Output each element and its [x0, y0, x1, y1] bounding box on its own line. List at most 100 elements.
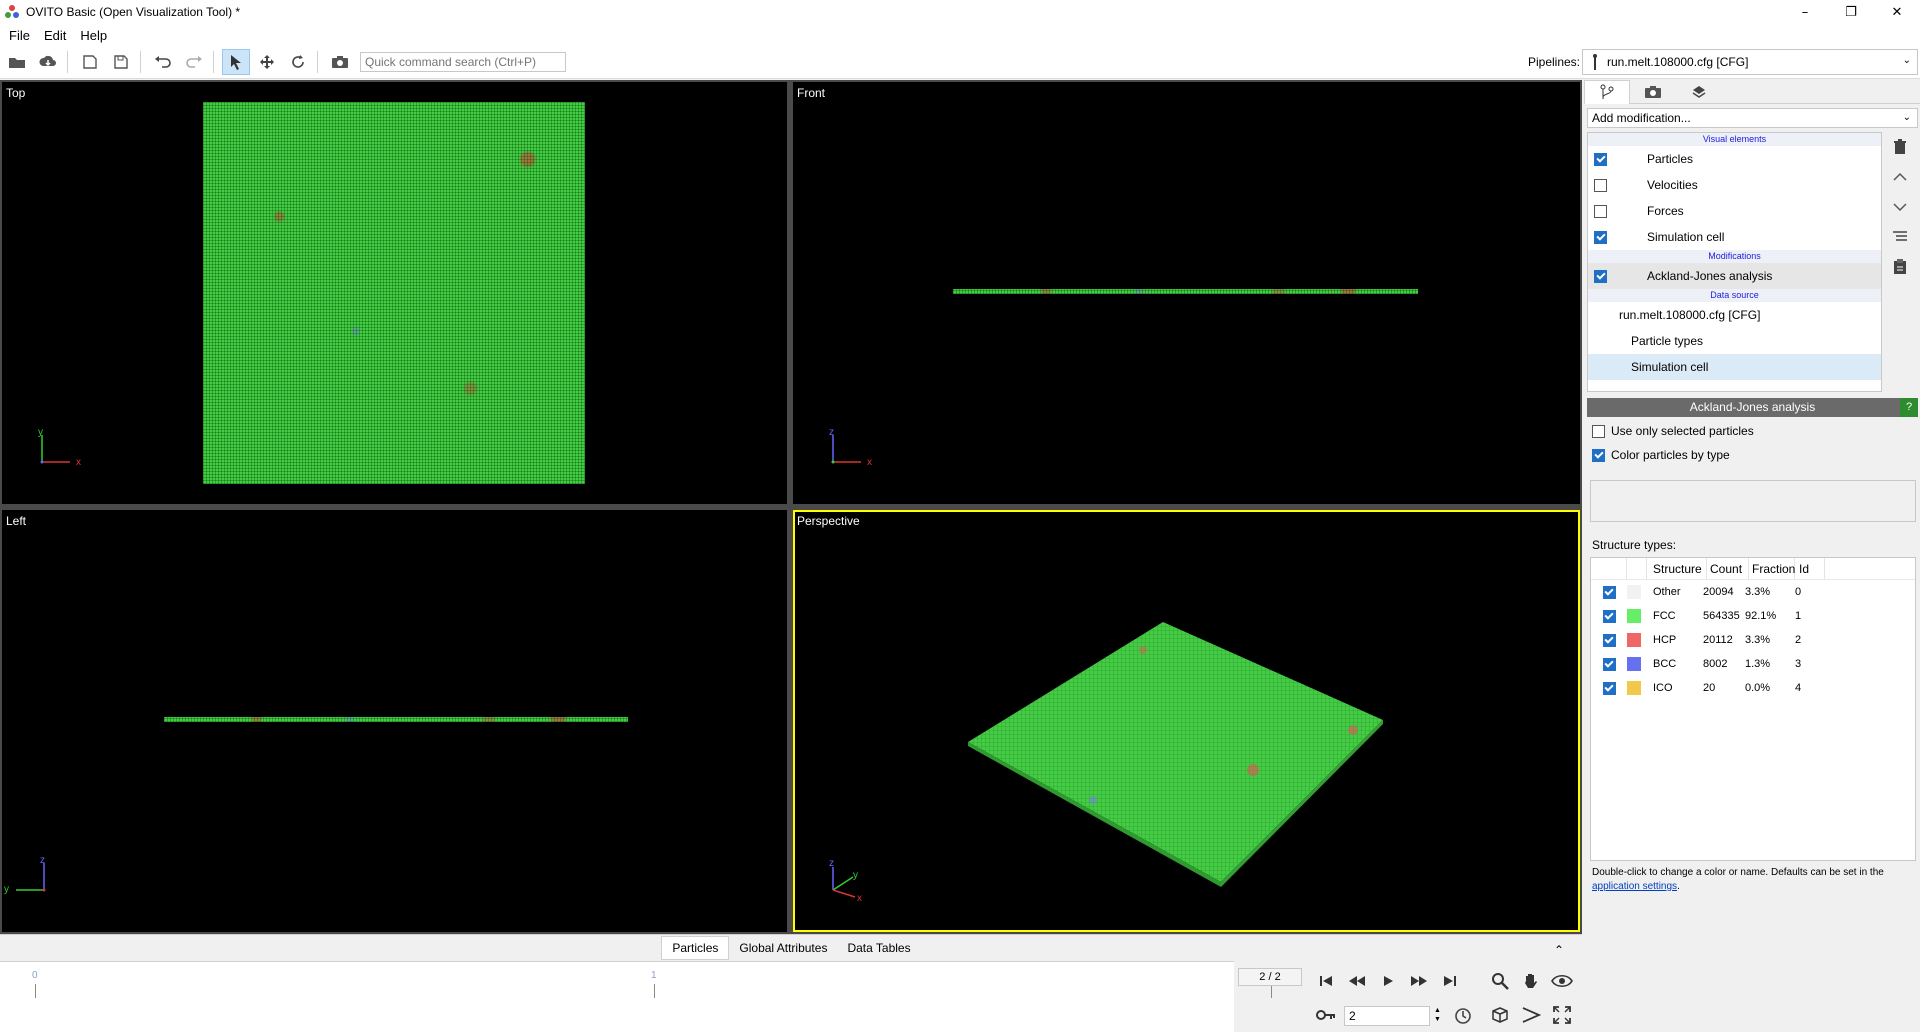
structure-count: 20094	[1703, 586, 1734, 598]
rotate-mode-icon[interactable]	[284, 49, 312, 75]
column-header-fraction[interactable]: Fraction	[1749, 557, 1795, 580]
particle-system-top	[203, 102, 585, 484]
viewport-front[interactable]: Front z x	[793, 82, 1580, 504]
checkbox-particles[interactable]	[1594, 152, 1607, 166]
current-frame-input[interactable]: 2	[1344, 1006, 1430, 1026]
checkbox-color-by-type[interactable]	[1592, 448, 1605, 462]
color-swatch[interactable]	[1627, 681, 1647, 695]
zoom-scene-extents-icon[interactable]	[1484, 1002, 1515, 1028]
color-swatch[interactable]	[1627, 633, 1647, 647]
move-down-icon[interactable]	[1884, 192, 1916, 222]
undo-icon[interactable]	[149, 49, 177, 75]
clipboard-icon[interactable]	[1884, 252, 1916, 282]
fov-icon[interactable]	[1515, 1002, 1546, 1028]
maximize-icon[interactable]: ❐	[1828, 0, 1874, 24]
pipeline-item-velocities[interactable]: Velocities	[1588, 172, 1881, 198]
render-tab-icon[interactable]	[1630, 80, 1676, 104]
render-camera-icon[interactable]	[326, 49, 354, 75]
pipeline-item-simulation-cell-source[interactable]: Simulation cell	[1588, 354, 1881, 380]
add-modification-dropdown[interactable]: Add modification... ⌄	[1587, 108, 1918, 128]
table-row[interactable]: Other 20094 3.3% 0	[1591, 580, 1915, 604]
step-forward-icon[interactable]	[1403, 968, 1434, 994]
delete-icon[interactable]	[1884, 132, 1916, 162]
menu-edit[interactable]: Edit	[37, 28, 73, 43]
color-swatch[interactable]	[1627, 609, 1647, 623]
table-row[interactable]: ICO 20 0.0% 4	[1591, 676, 1915, 700]
timeline-tick	[654, 984, 655, 998]
column-header-count[interactable]: Count	[1707, 557, 1749, 580]
time-slider-handle[interactable]: 2 / 2	[1238, 968, 1302, 986]
move-mode-icon[interactable]	[253, 49, 281, 75]
column-header-id[interactable]: Id	[1795, 557, 1825, 580]
viewport-top[interactable]: Top y x	[2, 82, 787, 504]
tab-particles[interactable]: Particles	[661, 935, 730, 960]
table-row[interactable]: FCC 564335 92.1% 1	[1591, 604, 1915, 628]
column-header-structure[interactable]: Structure	[1647, 557, 1707, 580]
menu-help[interactable]: Help	[73, 28, 114, 43]
viewport-left[interactable]: Left z y	[2, 510, 787, 932]
orbit-eye-icon[interactable]	[1546, 968, 1577, 994]
option-label: Use only selected particles	[1611, 424, 1754, 438]
tab-data-tables[interactable]: Data Tables	[837, 937, 920, 959]
checkbox-velocities[interactable]	[1594, 178, 1607, 192]
save-session-icon[interactable]	[76, 49, 104, 75]
checkbox-ackland-jones[interactable]	[1594, 269, 1607, 283]
checkbox-use-only-selected[interactable]	[1592, 424, 1605, 438]
zoom-icon[interactable]	[1484, 968, 1515, 994]
minimize-icon[interactable]: –	[1782, 0, 1828, 24]
close-icon[interactable]: ✕	[1874, 0, 1920, 24]
frame-spinner-icon[interactable]: ▲ ▼	[1434, 1006, 1441, 1024]
time-slider-marker[interactable]	[1271, 984, 1272, 998]
redo-icon[interactable]	[180, 49, 208, 75]
table-row[interactable]: BCC 8002 1.3% 3	[1591, 652, 1915, 676]
viewport-caption-top[interactable]: Top	[6, 86, 25, 100]
pipeline-tab-icon[interactable]	[1584, 79, 1630, 104]
save-session-as-icon[interactable]	[107, 49, 135, 75]
pipeline-selector[interactable]: run.melt.108000.cfg [CFG] ⌄	[1582, 49, 1918, 75]
checkbox-structure-ico[interactable]	[1602, 681, 1616, 695]
option-color-by-type[interactable]: Color particles by type	[1592, 448, 1730, 462]
pipeline-item-ackland-jones[interactable]: Ackland-Jones analysis	[1588, 263, 1881, 289]
table-row[interactable]: HCP 20112 3.3% 2	[1591, 628, 1915, 652]
play-icon[interactable]	[1372, 968, 1403, 994]
application-settings-link[interactable]: application settings	[1592, 881, 1677, 892]
overlays-tab-icon[interactable]	[1676, 80, 1722, 104]
pan-hand-icon[interactable]	[1515, 968, 1546, 994]
color-swatch[interactable]	[1627, 585, 1647, 599]
step-backward-icon[interactable]	[1341, 968, 1372, 994]
pipeline-item-data-file[interactable]: run.melt.108000.cfg [CFG]	[1588, 302, 1881, 328]
jump-to-start-icon[interactable]	[1310, 968, 1341, 994]
pipeline-item-particles[interactable]: Particles	[1588, 146, 1881, 172]
checkbox-structure-bcc[interactable]	[1602, 657, 1616, 671]
maximize-viewport-icon[interactable]	[1546, 1002, 1577, 1028]
group-modifiers-icon[interactable]	[1884, 222, 1916, 252]
pipeline-item-simulation-cell-visual[interactable]: Simulation cell	[1588, 224, 1881, 250]
checkbox-structure-hcp[interactable]	[1602, 633, 1616, 647]
particle-system-perspective	[968, 622, 1383, 887]
checkbox-forces[interactable]	[1594, 204, 1607, 218]
color-swatch[interactable]	[1627, 657, 1647, 671]
checkbox-structure-fcc[interactable]	[1602, 609, 1616, 623]
help-button[interactable]: ?	[1900, 398, 1918, 417]
animation-timeline[interactable]: 0 1	[0, 961, 1272, 1032]
open-folder-icon[interactable]	[3, 49, 31, 75]
viewport-caption-left[interactable]: Left	[6, 514, 26, 528]
chevron-up-icon[interactable]: ⌃	[1544, 939, 1574, 961]
load-remote-icon[interactable]	[34, 49, 62, 75]
pipeline-item-particle-types[interactable]: Particle types	[1588, 328, 1881, 354]
tab-global-attributes[interactable]: Global Attributes	[729, 937, 837, 959]
jump-to-end-icon[interactable]	[1434, 968, 1465, 994]
key-icon[interactable]	[1316, 1008, 1336, 1025]
selection-mode-icon[interactable]	[222, 49, 250, 75]
viewport-caption-front[interactable]: Front	[797, 86, 825, 100]
menu-file[interactable]: File	[0, 28, 37, 43]
section-header-visual-elements: Visual elements	[1588, 133, 1881, 146]
pipeline-item-forces[interactable]: Forces	[1588, 198, 1881, 224]
checkbox-simulation-cell[interactable]	[1594, 230, 1607, 244]
move-up-icon[interactable]	[1884, 162, 1916, 192]
option-use-only-selected[interactable]: Use only selected particles	[1592, 424, 1754, 438]
animation-settings-icon[interactable]	[1454, 1007, 1472, 1028]
viewport-perspective[interactable]: Perspective z y x	[793, 510, 1580, 932]
quick-command-search-input[interactable]	[360, 52, 566, 72]
checkbox-structure-other[interactable]	[1602, 585, 1616, 599]
